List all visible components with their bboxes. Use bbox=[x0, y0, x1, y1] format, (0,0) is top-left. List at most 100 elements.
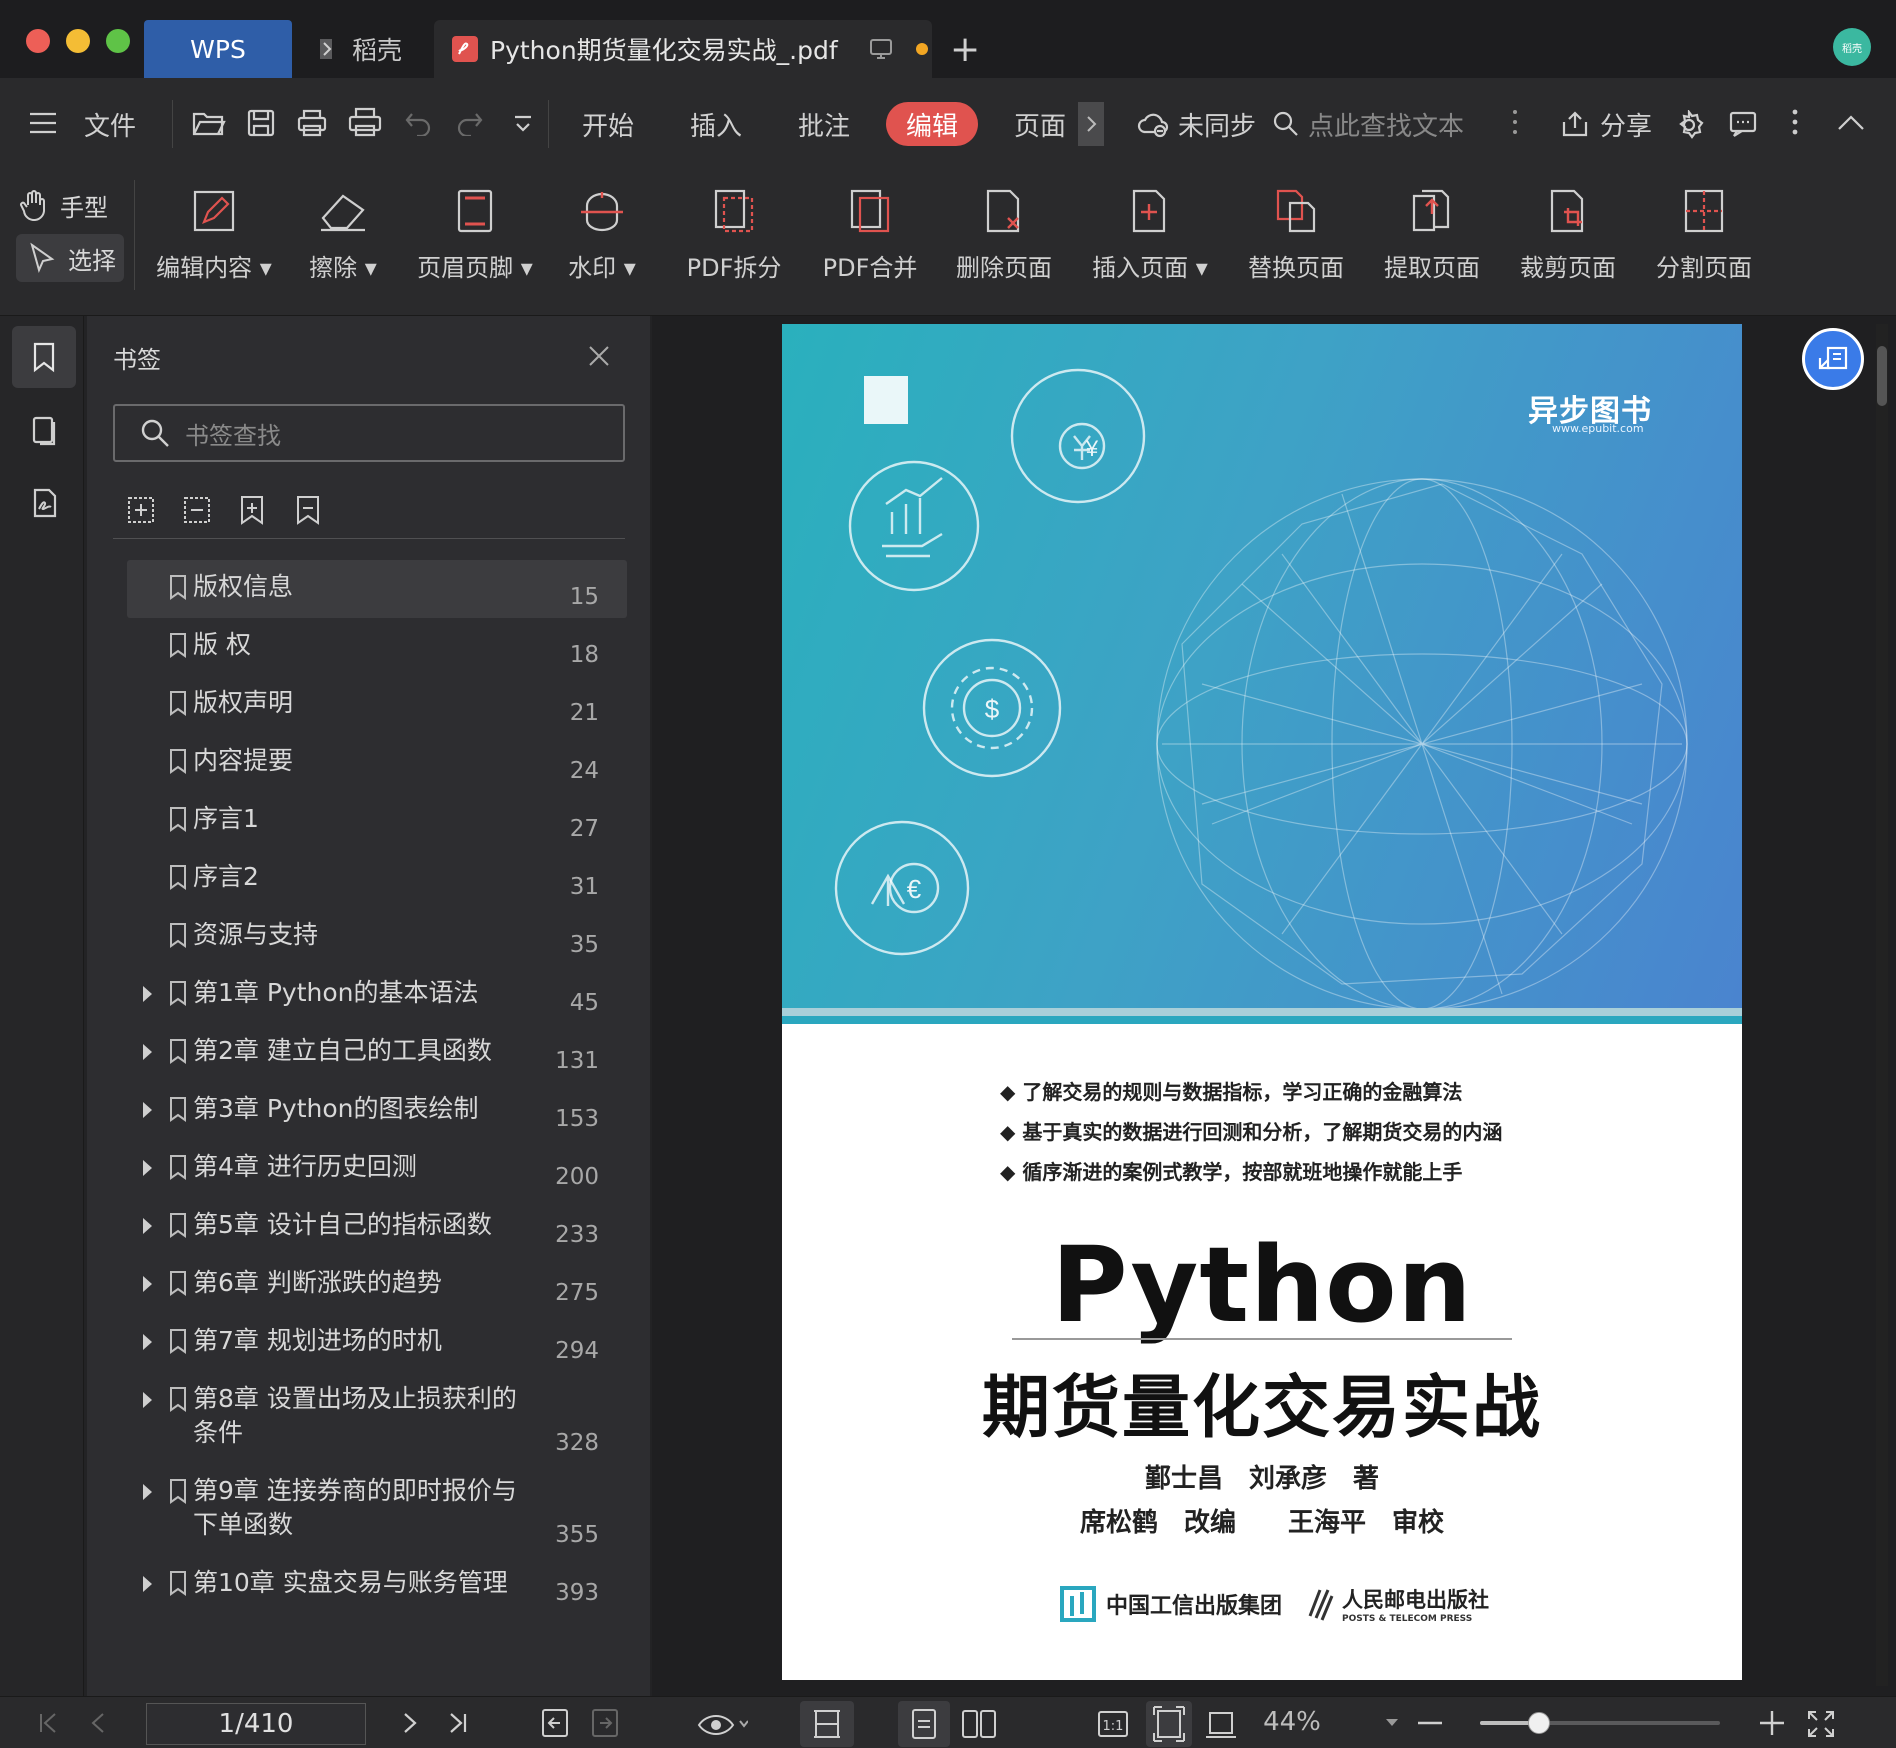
hand-tool-button[interactable]: 手型 bbox=[18, 182, 124, 228]
zoom-in-icon[interactable] bbox=[1760, 1711, 1784, 1735]
bookmark-item[interactable]: 第4章 进行历史回测 200 bbox=[127, 1140, 627, 1198]
header-footer-tool[interactable]: 页眉页脚 ▾ bbox=[410, 188, 540, 283]
bookmark-item[interactable]: 版 权 18 bbox=[127, 618, 627, 676]
bookmark-item[interactable]: 内容提要 24 bbox=[127, 734, 627, 792]
menu-file[interactable]: 文件 bbox=[84, 100, 136, 148]
zoom-out-icon[interactable] bbox=[1418, 1721, 1442, 1725]
expand-arrow-icon[interactable] bbox=[143, 1334, 152, 1350]
more-options-icon[interactable] bbox=[1792, 108, 1798, 138]
screen-icon[interactable] bbox=[868, 36, 894, 62]
menu-start[interactable]: 开始 bbox=[582, 100, 634, 148]
select-tool-button[interactable]: 选择 bbox=[16, 234, 124, 282]
tab-document[interactable]: Python期货量化交易实战_.pdf bbox=[434, 20, 932, 78]
undo-icon[interactable] bbox=[404, 110, 432, 136]
watermark-tool[interactable]: 水印 ▾ bbox=[562, 188, 642, 283]
menu-insert[interactable]: 插入 bbox=[690, 100, 742, 148]
actual-size-icon[interactable]: 1:1 bbox=[1096, 1709, 1130, 1739]
two-page-icon[interactable] bbox=[960, 1707, 998, 1741]
expand-arrow-icon[interactable] bbox=[143, 1218, 152, 1234]
scrollbar-track[interactable] bbox=[1876, 324, 1888, 1686]
page-number-input[interactable]: 1/410 bbox=[146, 1703, 366, 1745]
share-button[interactable]: 分享 bbox=[1600, 100, 1652, 148]
bookmark-item[interactable]: 版权声明 21 bbox=[127, 676, 627, 734]
quick-access-dropdown-icon[interactable] bbox=[512, 114, 534, 134]
share-icon[interactable] bbox=[1560, 110, 1590, 138]
expand-arrow-icon[interactable] bbox=[143, 986, 152, 1002]
menu-comment[interactable]: 批注 bbox=[798, 100, 850, 148]
expand-arrow-icon[interactable] bbox=[143, 1576, 152, 1592]
expand-arrow-icon[interactable] bbox=[143, 1276, 152, 1292]
go-back-icon[interactable] bbox=[540, 1707, 570, 1739]
bookmark-item[interactable]: 资源与支持 35 bbox=[127, 908, 627, 966]
minimize-window-button[interactable] bbox=[66, 29, 90, 53]
edit-content-tool[interactable]: 编辑内容 ▾ bbox=[154, 188, 274, 283]
bookmark-item[interactable]: 第8章 设置出场及止损获利的 条件 328 bbox=[127, 1372, 627, 1464]
zoom-level[interactable]: 44% bbox=[1252, 1707, 1332, 1737]
avatar[interactable]: 稻壳 bbox=[1833, 28, 1871, 66]
bookmark-panel-button[interactable] bbox=[12, 326, 76, 388]
gear-icon[interactable] bbox=[1674, 110, 1704, 140]
hamburger-menu-icon[interactable] bbox=[28, 110, 58, 136]
menu-edit[interactable]: 编辑 bbox=[886, 102, 978, 146]
crop-page-tool[interactable]: 裁剪页面 bbox=[1518, 188, 1618, 283]
scroll-mode-button[interactable] bbox=[800, 1701, 854, 1747]
expand-arrow-icon[interactable] bbox=[143, 1102, 152, 1118]
insert-page-tool[interactable]: 插入页面 ▾ bbox=[1090, 188, 1210, 283]
close-icon[interactable] bbox=[587, 344, 611, 368]
fit-page-button[interactable] bbox=[1146, 1701, 1192, 1747]
bookmark-item[interactable]: 第9章 连接券商的即时报价与 下单函数 355 bbox=[127, 1464, 627, 1556]
maximize-window-button[interactable] bbox=[106, 29, 130, 53]
save-icon[interactable] bbox=[246, 108, 276, 138]
expand-arrow-icon[interactable] bbox=[143, 1160, 152, 1176]
thumbnail-panel-button[interactable] bbox=[12, 400, 76, 462]
remove-bookmark-icon[interactable] bbox=[293, 494, 323, 526]
more-vertical-icon[interactable] bbox=[1512, 108, 1518, 138]
split-page-tool[interactable]: 分割页面 bbox=[1654, 188, 1754, 283]
expand-arrow-icon[interactable] bbox=[143, 1484, 152, 1500]
replace-page-tool[interactable]: 替换页面 bbox=[1246, 188, 1346, 283]
extract-page-tool[interactable]: 提取页面 bbox=[1382, 188, 1482, 283]
cloud-sync-icon[interactable] bbox=[1136, 108, 1170, 138]
collapse-all-icon[interactable] bbox=[181, 494, 213, 526]
erase-tool[interactable]: 擦除 ▾ bbox=[298, 188, 388, 283]
pdf-convert-float-button[interactable] bbox=[1802, 328, 1864, 390]
pdf-merge-tool[interactable]: PDF合并 bbox=[820, 188, 920, 283]
fit-width-icon[interactable] bbox=[1204, 1709, 1238, 1741]
zoom-slider-handle[interactable] bbox=[1528, 1712, 1550, 1734]
bookmark-item[interactable]: 第1章 Python的基本语法 45 bbox=[127, 966, 627, 1024]
open-folder-icon[interactable] bbox=[192, 108, 226, 138]
bookmark-item[interactable]: 第5章 设计自己的指标函数 233 bbox=[127, 1198, 627, 1256]
tab-wps[interactable]: WPS bbox=[144, 20, 292, 78]
scrollbar-thumb[interactable] bbox=[1877, 346, 1887, 406]
previous-page-icon[interactable] bbox=[88, 1711, 108, 1735]
bookmark-item[interactable]: 第6章 判断涨跌的趋势 275 bbox=[127, 1256, 627, 1314]
find-text-input[interactable]: 点此查找文本 bbox=[1308, 100, 1464, 148]
zoom-slider[interactable] bbox=[1480, 1712, 1720, 1734]
next-page-icon[interactable] bbox=[400, 1711, 420, 1735]
print-icon[interactable] bbox=[348, 106, 382, 138]
zoom-dropdown-icon[interactable] bbox=[1384, 1717, 1400, 1729]
bookmark-item[interactable]: 第2章 建立自己的工具函数 131 bbox=[127, 1024, 627, 1082]
menu-page[interactable]: 页面 bbox=[1014, 100, 1066, 148]
first-page-icon[interactable] bbox=[36, 1711, 60, 1735]
go-forward-icon[interactable] bbox=[590, 1707, 620, 1739]
eye-protection-icon[interactable] bbox=[696, 1709, 748, 1739]
sync-status[interactable]: 未同步 bbox=[1178, 100, 1256, 148]
add-bookmark-icon[interactable] bbox=[237, 494, 267, 526]
delete-page-tool[interactable]: 删除页面 bbox=[954, 188, 1054, 283]
tab-daoke[interactable]: 稻壳 bbox=[300, 20, 440, 78]
last-page-icon[interactable] bbox=[446, 1711, 470, 1735]
bookmark-search-input[interactable]: 书签查找 bbox=[113, 404, 625, 462]
bookmark-item[interactable]: 第3章 Python的图表绘制 153 bbox=[127, 1082, 627, 1140]
bookmark-item[interactable]: 第7章 规划进场的时机 294 bbox=[127, 1314, 627, 1372]
close-window-button[interactable] bbox=[26, 29, 50, 53]
menu-scroll-right-button[interactable] bbox=[1078, 102, 1104, 146]
expand-all-icon[interactable] bbox=[125, 494, 157, 526]
bookmark-item[interactable]: 序言1 27 bbox=[127, 792, 627, 850]
single-page-button[interactable] bbox=[898, 1701, 950, 1747]
print-preview-icon[interactable] bbox=[296, 108, 328, 138]
bookmark-item[interactable]: 第10章 实盘交易与账务管理 393 bbox=[127, 1556, 627, 1614]
redo-icon[interactable] bbox=[456, 110, 484, 136]
pdf-split-tool[interactable]: PDF拆分 bbox=[684, 188, 784, 283]
new-tab-button[interactable]: + bbox=[950, 20, 990, 78]
